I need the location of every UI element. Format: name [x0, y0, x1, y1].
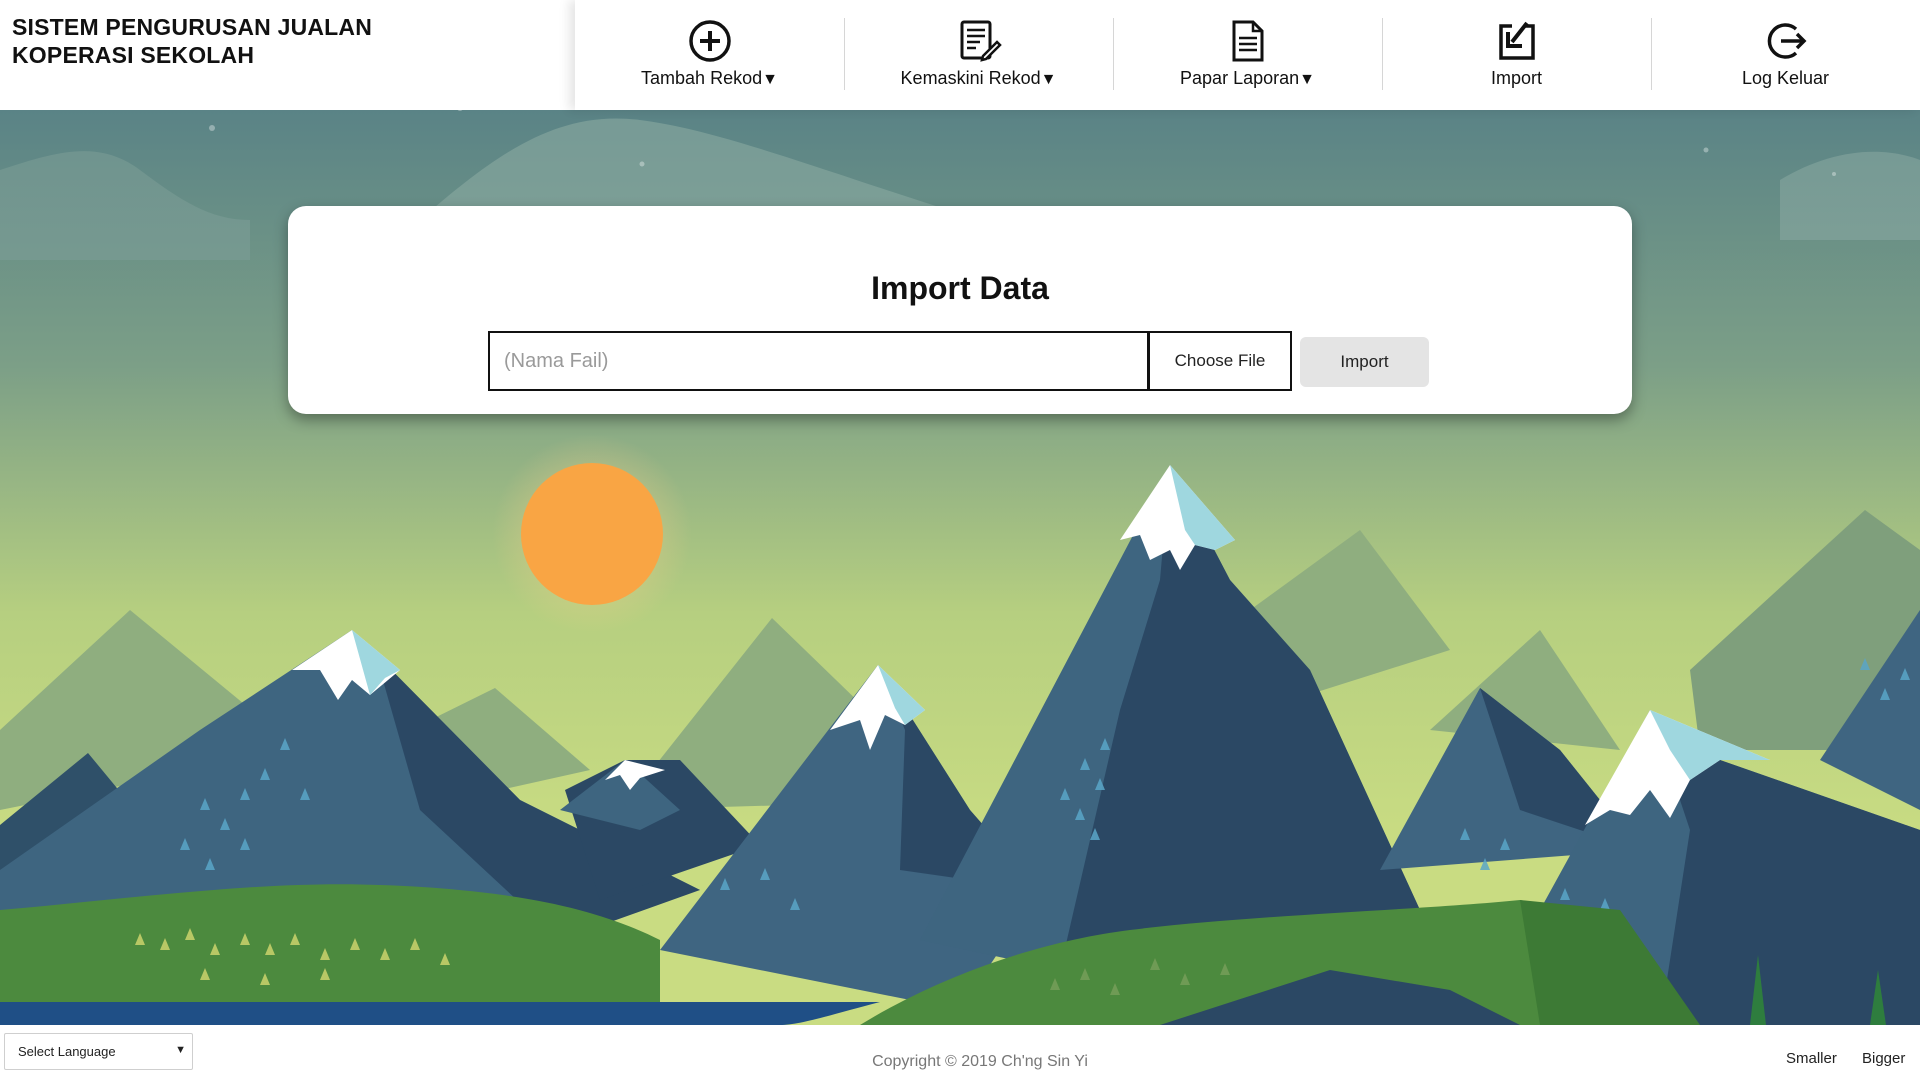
- nav-log-keluar-label: Log Keluar: [1741, 68, 1830, 88]
- nav-log-keluar[interactable]: Log Keluar: [1651, 0, 1920, 110]
- edit-document-icon: [956, 18, 1002, 64]
- nav-papar-laporan-label: Papar Laporan: [1180, 68, 1300, 88]
- import-button[interactable]: Import: [1300, 337, 1429, 387]
- nav-tambah-rekod-label: Tambah Rekod: [641, 68, 763, 88]
- import-card: Import Data (Nama Fail) Choose File Impo…: [288, 206, 1632, 414]
- copyright-text: Copyright © 2019 Ch'ng Sin Yi: [872, 1053, 1088, 1070]
- nav-import[interactable]: Import: [1382, 0, 1651, 110]
- nav-kemaskini-rekod-label: Kemaskini Rekod: [900, 68, 1041, 88]
- font-smaller-button[interactable]: Smaller: [1786, 1050, 1837, 1067]
- nav-papar-laporan[interactable]: Papar Laporan▼: [1113, 0, 1382, 110]
- font-bigger-button[interactable]: Bigger: [1862, 1050, 1905, 1067]
- choose-file-button[interactable]: Choose File: [1149, 331, 1292, 391]
- file-name-placeholder: (Nama Fail): [504, 349, 609, 372]
- footer: Select Language ▼ Copyright © 2019 Ch'ng…: [0, 1025, 1920, 1080]
- nav-tambah-rekod[interactable]: Tambah Rekod▼: [575, 0, 844, 110]
- app-title-line1: SISTEM PENGURUSAN JUALAN: [12, 14, 373, 40]
- import-title: Import Data: [871, 270, 1049, 306]
- file-name-field[interactable]: (Nama Fail): [488, 331, 1149, 391]
- logout-icon: [1763, 18, 1809, 64]
- dropdown-caret-icon: ▼: [1040, 71, 1057, 88]
- dropdown-caret-icon: ▼: [762, 71, 778, 88]
- header: SISTEM PENGURUSAN JUALAN KOPERASI SEKOLA…: [0, 0, 1920, 110]
- add-circle-icon: [687, 18, 733, 64]
- nav-import-label: Import: [1490, 68, 1542, 88]
- report-document-icon: [1225, 18, 1271, 64]
- app-title-line2: KOPERASI SEKOLAH: [12, 42, 255, 68]
- dropdown-caret-icon: ▼: [1299, 71, 1315, 88]
- app-title: SISTEM PENGURUSAN JUALAN KOPERASI SEKOLA…: [12, 13, 572, 69]
- main-nav: Tambah Rekod▼ Kemaskini Rekod▼ Papar Lap…: [575, 0, 1920, 110]
- nav-kemaskini-rekod[interactable]: Kemaskini Rekod▼: [844, 0, 1113, 110]
- import-icon: [1494, 18, 1540, 64]
